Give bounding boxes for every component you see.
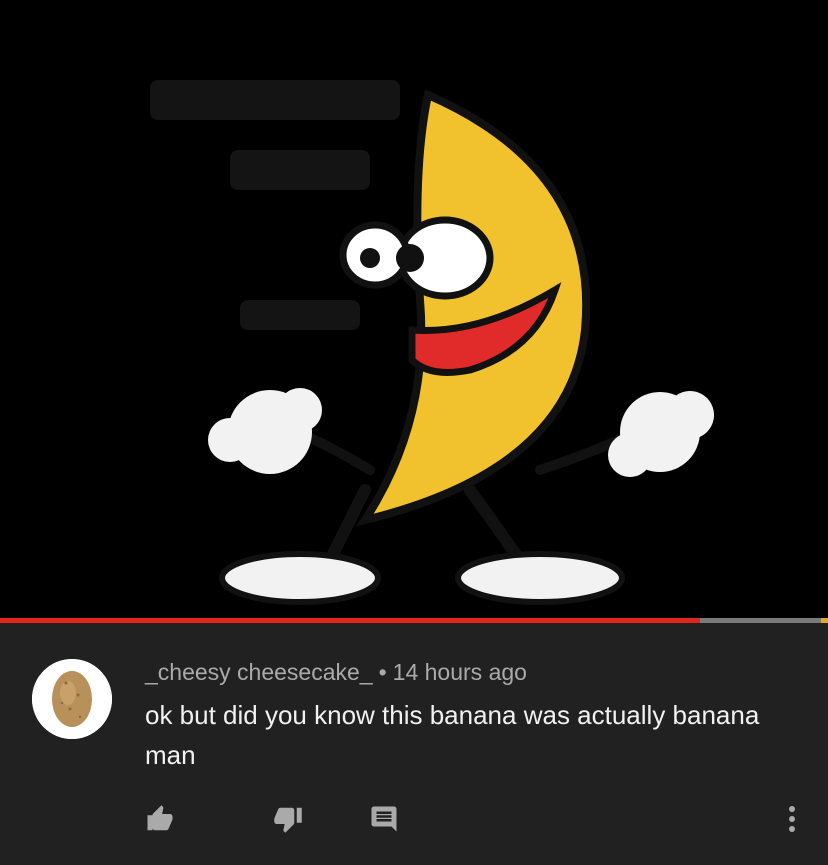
comment-timestamp[interactable]: 14 hours ago xyxy=(393,659,527,685)
reply-icon xyxy=(371,806,397,832)
dislike-button[interactable] xyxy=(268,799,308,839)
reply-button[interactable] xyxy=(364,799,404,839)
like-button[interactable] xyxy=(140,799,180,839)
more-options-button[interactable] xyxy=(772,799,812,839)
comment-author[interactable]: _cheesy cheesecake_ xyxy=(145,659,373,685)
comment-text: ok but did you know this banana was actu… xyxy=(145,700,760,770)
video-player[interactable] xyxy=(0,0,828,618)
more-vertical-icon xyxy=(789,806,795,832)
meta-separator: • xyxy=(378,659,387,685)
potato-avatar-icon xyxy=(32,659,112,739)
thumb-up-icon xyxy=(147,805,173,831)
comment-item: _cheesy cheesecake_ • 14 hours ago ok but … xyxy=(0,623,828,865)
comment-meta: _cheesy cheesecake_ • 14 hours ago xyxy=(145,659,527,686)
dancing-banana-frame xyxy=(0,0,828,618)
thumb-down-icon xyxy=(274,807,302,833)
avatar[interactable] xyxy=(32,659,112,739)
